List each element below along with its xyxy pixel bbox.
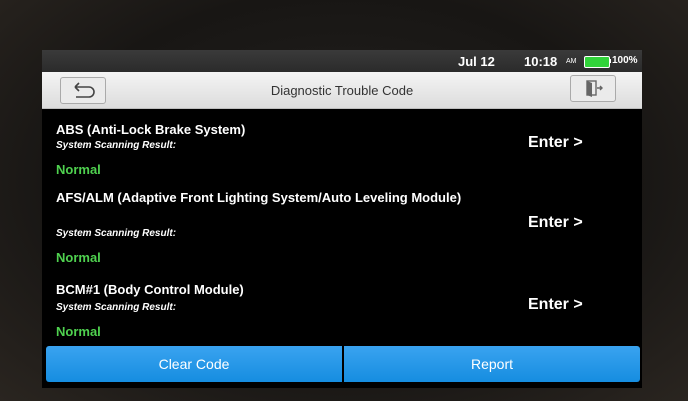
scan-status: Normal	[56, 324, 101, 339]
exit-door-icon	[586, 80, 603, 97]
scan-result-label: System Scanning Result:	[56, 302, 177, 313]
status-date: Jul 12	[458, 54, 495, 69]
page-title: Diagnostic Trouble Code	[270, 83, 414, 98]
system-name: BCM#1 (Body Control Module)	[56, 282, 244, 297]
system-name: ABS (Anti-Lock Brake System)	[56, 122, 246, 137]
enter-button[interactable]: Enter >	[528, 296, 583, 314]
scan-result-label: System Scanning Result:	[56, 140, 177, 151]
system-name: AFS/ALM (Adaptive Front Lighting System/…	[56, 190, 462, 205]
title-bar: Diagnostic Trouble Code	[42, 72, 642, 109]
action-bar: Clear Code Report	[46, 346, 640, 382]
enter-button[interactable]: Enter >	[528, 214, 583, 232]
battery-icon	[584, 56, 610, 68]
battery-tip	[609, 59, 611, 63]
enter-button[interactable]: Enter >	[528, 134, 583, 152]
clear-code-button[interactable]: Clear Code	[46, 346, 342, 382]
list-item: ABS (Anti-Lock Brake System) System Scan…	[42, 108, 642, 180]
list-item: AFS/ALM (Adaptive Front Lighting System/…	[42, 190, 642, 270]
system-list: ABS (Anti-Lock Brake System) System Scan…	[42, 108, 642, 344]
report-button[interactable]: Report	[344, 346, 640, 382]
status-ampm: AM	[566, 58, 577, 65]
exit-button[interactable]	[570, 75, 616, 102]
status-time: 10:18	[524, 54, 558, 69]
battery-percent: 100%	[612, 55, 638, 66]
scan-status: Normal	[56, 162, 101, 177]
list-item: BCM#1 (Body Control Module) System Scann…	[42, 282, 642, 344]
scan-result-label: System Scanning Result:	[56, 228, 177, 239]
status-bar: Jul 12 10:18 AM 100%	[42, 50, 642, 72]
device-screen: Jul 12 10:18 AM 100% Diagnostic Trouble …	[42, 50, 642, 388]
scan-status: Normal	[56, 250, 101, 265]
